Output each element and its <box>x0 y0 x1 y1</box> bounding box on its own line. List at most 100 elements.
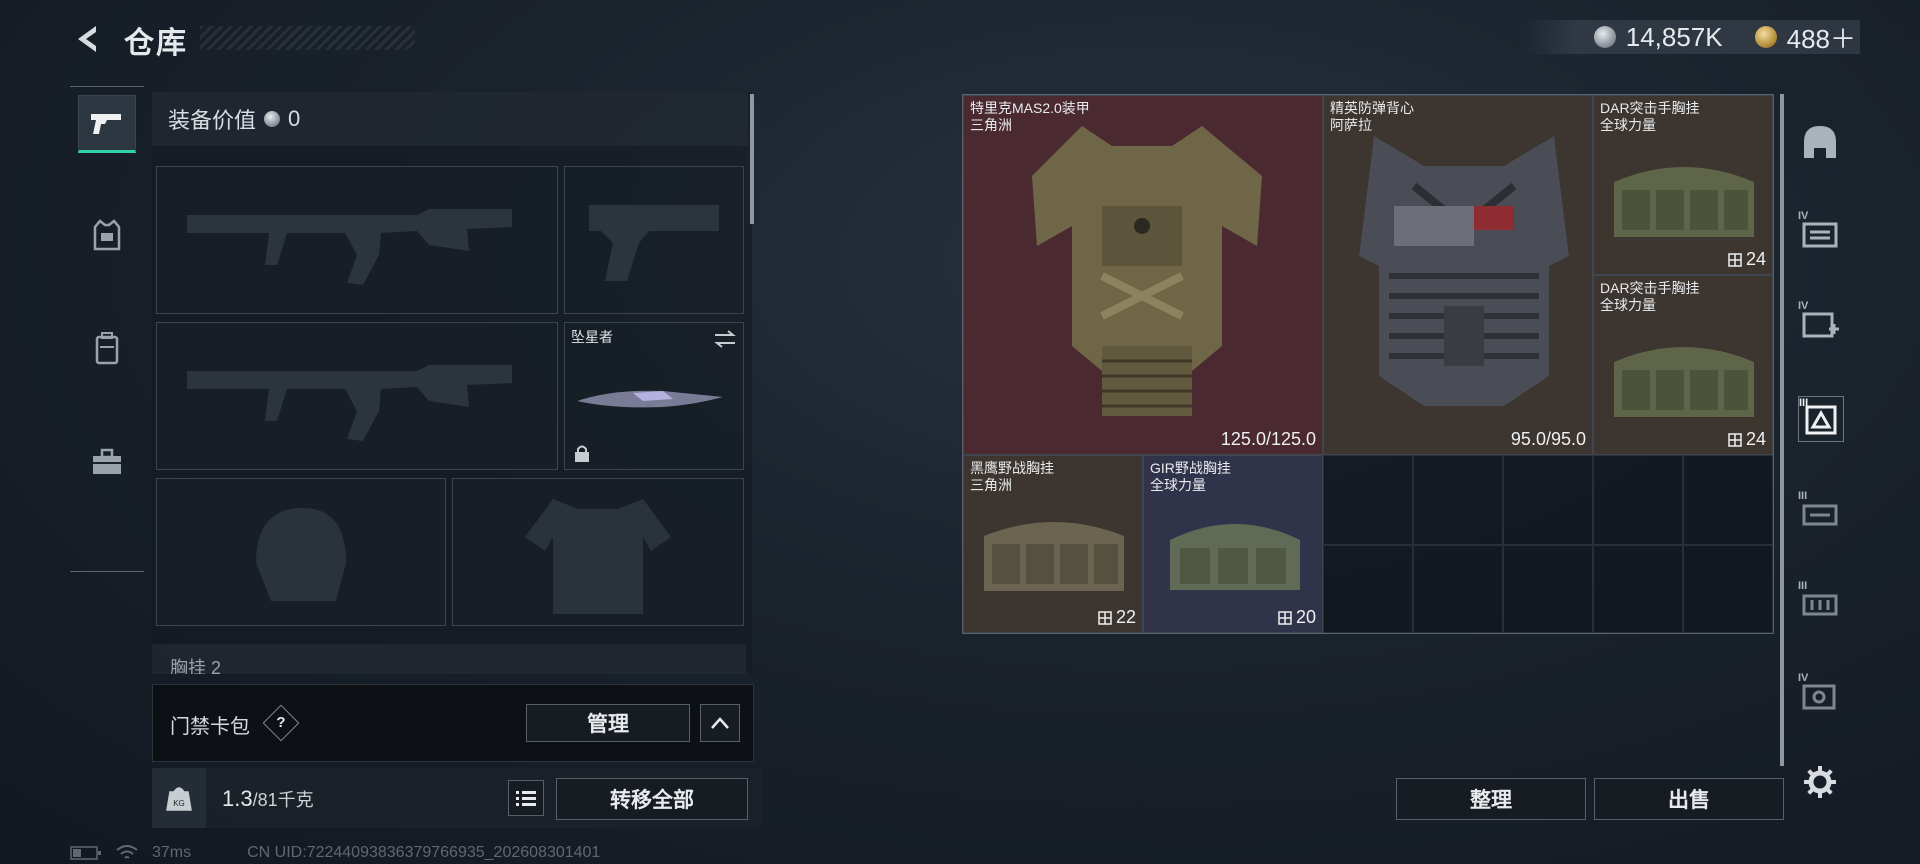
page-title: 仓库 <box>124 27 188 60</box>
tab-backpack[interactable] <box>78 319 136 377</box>
helmet-icon <box>1804 126 1836 158</box>
sidebar-item-tier-iv-a[interactable]: IV <box>1798 210 1842 254</box>
empty-grid-cell[interactable] <box>1413 545 1503 633</box>
tab-weapons[interactable] <box>78 95 136 153</box>
primary-weapon-slot[interactable] <box>156 166 558 314</box>
item-capacity: 20 <box>1278 607 1316 628</box>
sidebar-item-tier-iv-c[interactable]: IV <box>1798 672 1842 716</box>
sidebar-item-selected[interactable]: III <box>1798 396 1844 442</box>
armor-silhouette-icon <box>525 499 671 614</box>
gold-currency-value[interactable]: 488＋ <box>1787 19 1856 56</box>
empty-grid-cell[interactable] <box>1503 455 1593 545</box>
silver-currency-value: 14,857K <box>1625 21 1723 52</box>
battery-icon <box>70 846 101 860</box>
vest-image <box>1359 136 1569 406</box>
armor-vest-icon <box>93 219 121 251</box>
capacity-grid-icon <box>1728 252 1742 267</box>
stash-category-sidebar: IV IV III III III IV <box>1790 98 1850 818</box>
stash-item[interactable]: 精英防弹背心 阿萨拉 95.0/95.0 <box>1323 95 1593 455</box>
settings-button[interactable] <box>1798 760 1842 804</box>
swap-icon[interactable] <box>713 329 737 349</box>
stash-item[interactable]: GIR野战胸挂 全球力量 20 <box>1143 455 1323 633</box>
weight-readout: 1.3/81千克 <box>222 786 314 812</box>
chest-rig-section[interactable]: 胸挂 2 <box>152 644 746 674</box>
tier-label: IV <box>1798 672 1809 684</box>
pistol-icon <box>91 114 121 134</box>
empty-grid-cell[interactable] <box>1593 455 1683 545</box>
tier-label: III <box>1798 580 1808 592</box>
sidebar-item-tier-iv-b[interactable]: IV <box>1798 300 1842 344</box>
status-bar: 37ms CN UID:72244093836379766935_2026083… <box>70 844 600 862</box>
gear-icon <box>1804 766 1836 798</box>
item-name: DAR突击手胸挂 全球力量 <box>1600 280 1700 313</box>
list-view-button[interactable] <box>508 780 544 816</box>
melee-weapon-name: 坠星者 <box>571 329 613 345</box>
silver-coin-icon <box>1593 26 1616 48</box>
capacity-grid-icon <box>1098 610 1112 625</box>
helmet-slot[interactable] <box>156 478 446 626</box>
empty-grid-cell[interactable] <box>1503 545 1593 633</box>
empty-grid-cell[interactable] <box>1593 545 1683 633</box>
back-arrow-icon <box>78 26 96 52</box>
chevron-up-icon <box>711 717 729 729</box>
chest-rig-image <box>984 522 1124 591</box>
player-uid: CN UID:72244093836379766935_202608301401 <box>247 844 601 861</box>
currency-bar: 14,857K 488＋ <box>1524 20 1860 54</box>
equipment-value: 0 <box>288 106 301 131</box>
wifi-icon <box>116 845 138 859</box>
armor-slot[interactable] <box>452 478 744 626</box>
tier-label: IV <box>1798 300 1809 312</box>
helmet-silhouette-icon <box>256 508 346 601</box>
stash-item[interactable]: 特里克MAS2.0装甲 三角洲 125.0/125.0 <box>963 95 1323 455</box>
backpack-icon <box>95 332 119 365</box>
sidebar-item-tier-iii-a[interactable]: III <box>1798 490 1842 534</box>
stash-item[interactable]: DAR突击手胸挂 全球力量 24 <box>1593 275 1773 455</box>
tier-label: III <box>1798 490 1808 502</box>
item-name: DAR突击手胸挂 全球力量 <box>1600 100 1700 133</box>
stash-item[interactable]: 黑鹰野战胸挂 三角洲 22 <box>963 455 1143 633</box>
equipment-value-header: 装备价值 0 <box>152 92 748 146</box>
secondary-rifle-slot[interactable] <box>156 322 558 470</box>
secondary-weapon-slot[interactable] <box>564 166 744 314</box>
sidebar-item-tier-iii-b[interactable]: III <box>1798 580 1842 624</box>
chest-rig-label: 胸挂 2 <box>170 658 222 674</box>
back-button[interactable] <box>70 22 104 56</box>
pistol-silhouette-icon <box>589 205 719 281</box>
sell-button[interactable]: 出售 <box>1594 778 1784 820</box>
transfer-all-button[interactable]: 转移全部 <box>556 778 748 820</box>
expand-button[interactable] <box>700 704 740 742</box>
list-icon <box>516 791 536 806</box>
chest-rig-image <box>1614 167 1754 237</box>
chest-rig-image <box>1614 347 1754 417</box>
keycard-case-label: 门禁卡包 <box>170 716 250 738</box>
item-name: GIR野战胸挂 全球力量 <box>1150 460 1231 493</box>
weight-current: 1.3 <box>222 786 253 811</box>
tab-toolbox[interactable] <box>78 433 136 491</box>
silver-coin-icon <box>264 111 281 127</box>
capacity-grid-icon <box>1728 432 1742 447</box>
empty-grid-cell[interactable] <box>1413 455 1503 545</box>
tab-armor[interactable] <box>78 207 136 265</box>
manage-button[interactable]: 管理 <box>526 704 690 742</box>
stash-scrollbar[interactable] <box>1780 94 1784 766</box>
empty-grid-cell[interactable] <box>1323 455 1413 545</box>
empty-grid-cell[interactable] <box>1683 545 1773 633</box>
equipment-scrollbar[interactable] <box>750 94 754 224</box>
svg-text:KG: KG <box>173 799 185 808</box>
stash-item[interactable]: DAR突击手胸挂 全球力量 24 <box>1593 95 1773 275</box>
sidebar-item-helmet[interactable] <box>1798 120 1842 164</box>
toolbox-icon <box>93 448 121 474</box>
weight-kg-icon: KG <box>166 787 192 811</box>
chest-rig-image <box>1170 524 1300 590</box>
empty-grid-cell[interactable] <box>1683 455 1773 545</box>
sort-button[interactable]: 整理 <box>1396 778 1586 820</box>
rifle-silhouette-icon <box>187 209 512 285</box>
gold-coin-icon <box>1754 26 1777 48</box>
armor-vest-image <box>1032 126 1262 416</box>
melee-blade-image <box>577 390 723 408</box>
melee-weapon-slot[interactable]: 坠星者 <box>564 322 744 470</box>
empty-grid-cell[interactable] <box>1323 545 1413 633</box>
title-decoration <box>200 26 415 50</box>
weight-max: /81千克 <box>252 790 314 810</box>
tier-label: IV <box>1798 210 1809 222</box>
